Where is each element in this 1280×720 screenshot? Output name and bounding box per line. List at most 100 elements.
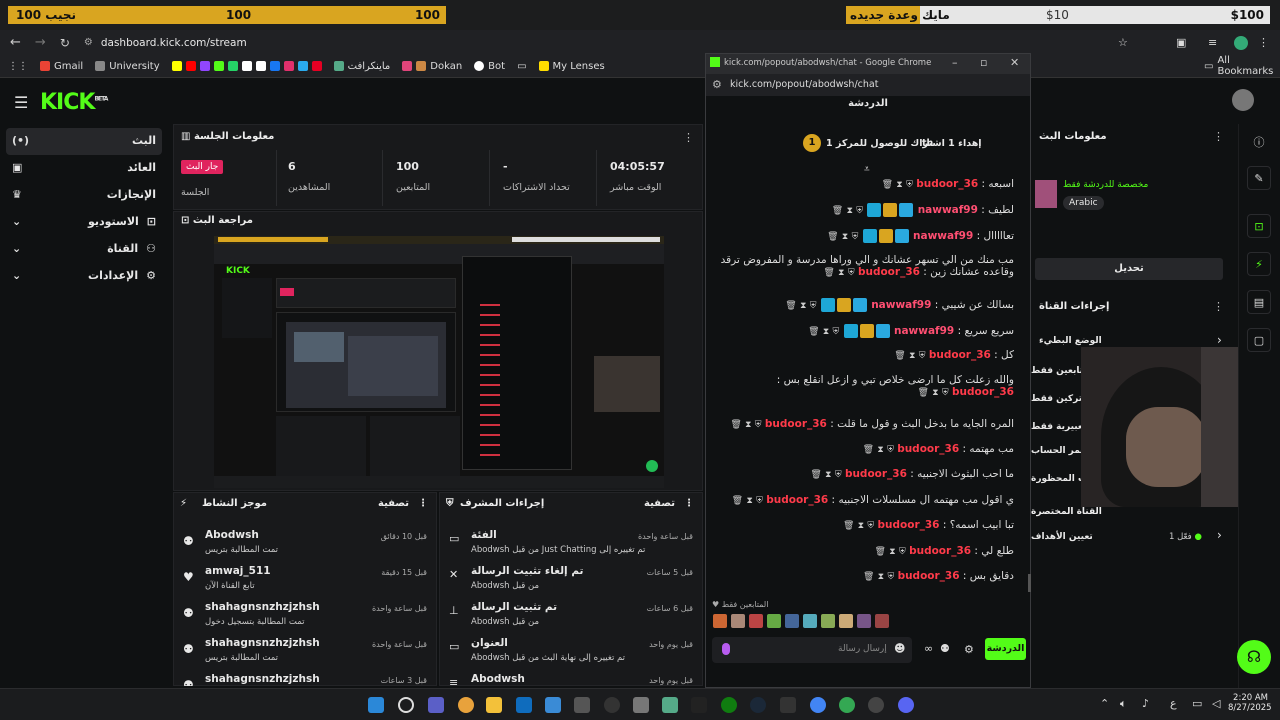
delete-icon[interactable]: 🗑︎ (808, 327, 819, 337)
activity-menu-icon[interactable]: ⋮ (418, 498, 428, 509)
send-chat-button[interactable]: الدردشة (985, 638, 1026, 660)
list-item[interactable]: ⚉ shahagnsnzhzjzhsh قبل 3 ساعات (173, 668, 437, 686)
bookmark-gmail[interactable]: Gmail (40, 61, 83, 72)
infinity-icon[interactable]: ∞ (924, 642, 933, 655)
speaker-icon[interactable]: ◁ (1212, 697, 1220, 710)
emote[interactable] (713, 614, 727, 628)
mod-shield-icon[interactable]: ⛨ (906, 180, 913, 190)
chat-message[interactable]: لطيف : nawwaf99 ⛨ ⧗ 🗑︎ (714, 203, 1014, 217)
discord-icon[interactable] (898, 697, 914, 713)
timeout-icon[interactable]: ⧗ (878, 572, 884, 582)
mod-filter-button[interactable]: تصفية (644, 498, 675, 509)
mod-shield-icon[interactable]: ⛨ (755, 420, 762, 430)
timeout-icon[interactable]: ⧗ (909, 351, 915, 361)
xbox-icon[interactable] (721, 697, 737, 713)
list-item[interactable]: ⊥ تم تثبيت الرسالة Abodwsh من قبل قبل 6 ساع… (439, 596, 703, 632)
app-icon-2[interactable] (604, 697, 620, 713)
site-info-icon[interactable]: ⚙ (84, 37, 93, 48)
close-icon[interactable]: ✕ (1010, 56, 1019, 69)
timeout-icon[interactable]: ⧗ (889, 547, 895, 557)
clock[interactable]: 2:20 AM 8/27/2025 (1228, 693, 1272, 713)
chat-username[interactable]: budoor_36 (765, 418, 827, 430)
apps-icon[interactable]: ⋮⋮ (8, 61, 28, 72)
chevron-right-icon[interactable]: › (1217, 528, 1222, 542)
reload-icon[interactable]: ↻ (60, 36, 70, 50)
timeout-icon[interactable]: ⧗ (932, 388, 938, 398)
mic-icon[interactable] (722, 643, 730, 655)
minecraft-icon[interactable] (662, 697, 678, 713)
channel-actions-menu-icon[interactable]: ⋮ (1213, 300, 1224, 313)
chat-username[interactable]: budoor_36 (858, 266, 920, 278)
emote[interactable] (785, 614, 799, 628)
chat-input[interactable]: إرسال رسالة ☻ (712, 637, 912, 663)
back-icon[interactable]: ← (10, 35, 21, 50)
delete-icon[interactable]: 🗑︎ (843, 521, 854, 531)
mod-shield-icon[interactable]: ⛨ (833, 327, 840, 337)
support-icon[interactable]: ☊ (1237, 640, 1271, 674)
steam-icon[interactable] (750, 697, 766, 713)
chat-username[interactable]: nawwaf99 (913, 230, 973, 242)
emote[interactable] (731, 614, 745, 628)
list-item[interactable]: ♥ amwaj_511 تابع القناة الآن قبل 15 دقيقة (173, 560, 437, 596)
forward-icon[interactable]: → (35, 35, 46, 50)
chat-message[interactable]: تعااااال : nawwaf99 ⛨ ⧗ 🗑︎ (714, 229, 1014, 243)
delete-icon[interactable]: 🗑︎ (823, 268, 834, 278)
bookmark-icons[interactable] (171, 61, 322, 71)
delete-icon[interactable]: 🗑︎ (785, 301, 796, 311)
chat-message[interactable]: اسبعه : budoor_36 ⛨ ⧗ 🗑︎ (714, 178, 1014, 190)
extensions-icon[interactable]: ▣ (1176, 36, 1186, 49)
chat-message[interactable]: المره الجايه ما بدخل البث و قول ما قلت :… (714, 418, 1014, 430)
chat-username[interactable]: budoor_36 (766, 494, 828, 506)
mod-menu-icon[interactable]: ⋮ (684, 498, 694, 509)
chat-username[interactable]: budoor_36 (916, 178, 978, 190)
hamburger-menu-icon[interactable]: ☰ (14, 93, 28, 112)
mod-shield-icon[interactable]: ⛨ (919, 351, 926, 361)
chat-username[interactable]: nawwaf99 (871, 299, 931, 311)
delete-icon[interactable]: 🗑︎ (832, 206, 843, 216)
mod-shield-icon[interactable]: ⛨ (835, 470, 842, 480)
store-icon[interactable] (545, 697, 561, 713)
list-item[interactable]: ⚉ shahagnsnzhzjzhsh تمت المطالبة بتريس قبل … (173, 632, 437, 668)
list-item[interactable]: ⚉ shahagnsnzhzjzhsh تمت المطالبة بتسجيل دخ… (173, 596, 437, 632)
chat-message[interactable]: سريع سريع : nawwaf99 ⛨ ⧗ 🗑︎ (714, 324, 1014, 338)
emote[interactable] (857, 614, 871, 628)
timeout-icon[interactable]: ⧗ (858, 521, 864, 531)
chat-message[interactable]: طلع لي : budoor_36 ⛨ ⧗ 🗑︎ (714, 545, 1014, 557)
all-bookmarks[interactable]: ▭ All Bookmarks (1204, 55, 1273, 77)
sidebar-item-studio[interactable]: ⌄ الاستوديو ⊡ (12, 215, 156, 228)
delete-icon[interactable]: 🗑︎ (875, 547, 886, 557)
mod-shield-icon[interactable]: ⛨ (887, 572, 894, 582)
chat-message[interactable]: والله زعلت كل ما ارضى خلاص تبي و ازعل ان… (714, 374, 1014, 398)
set-goals-item[interactable]: تعيين الأهداف (1031, 532, 1093, 542)
tray-chevron-icon[interactable]: ⌃ (1100, 697, 1109, 710)
search-icon[interactable] (398, 697, 414, 713)
chat-message[interactable]: مب منك من الي تسهر عشانك و الي وراها مدر… (714, 254, 1014, 278)
sidebar-item-achievements[interactable]: ♛ الإنجازات (12, 188, 156, 201)
stream-preview-video[interactable]: KICK (214, 236, 664, 488)
list-item[interactable]: ⚉ Abodwsh تمت المطالبة بتريس قبل 10 دقائق (173, 524, 437, 560)
chat-message[interactable]: دقايق بس : budoor_36 ⛨ ⧗ 🗑︎ (714, 570, 1014, 582)
chat-message[interactable]: كل : budoor_36 ⛨ ⧗ 🗑︎ (714, 349, 1014, 361)
mod-shield-icon[interactable]: ⛨ (856, 206, 863, 216)
emote[interactable] (821, 614, 835, 628)
list-item[interactable]: ✕ تم إلغاء تثبيت الرسالة Abodwsh من قبل قبل… (439, 560, 703, 596)
timeout-icon[interactable]: ⧗ (823, 327, 829, 337)
chat-rail-icon[interactable]: ▢ (1247, 328, 1271, 352)
pinned-message[interactable]: 1 إهداء 1 اشتراك للوصول للمركز 1 th (706, 128, 1030, 162)
timeout-icon[interactable]: ⧗ (838, 268, 844, 278)
chat-message[interactable]: تبا ابيب اسمه؟ : budoor_36 ⛨ ⧗ 🗑︎ (714, 519, 1014, 531)
category-tag[interactable]: مخصصة للدردشة فقط (1063, 180, 1148, 190)
timeout-icon[interactable]: ⧗ (746, 496, 752, 506)
file-explorer-icon[interactable] (486, 697, 502, 713)
mod-shield-icon[interactable]: ⛨ (810, 301, 817, 311)
emote[interactable] (839, 614, 853, 628)
volume-icon[interactable]: 🔈︎ (1120, 697, 1127, 711)
bolt-rail-icon[interactable]: ⚡ (1247, 252, 1271, 276)
outlook-icon[interactable] (516, 697, 532, 713)
bookmark-university[interactable]: University (95, 61, 160, 72)
mod-shield-icon[interactable]: ⛨ (899, 547, 906, 557)
chat-message[interactable]: مب مهتمه : budoor_36 ⛨ ⧗ 🗑︎ (714, 443, 1014, 455)
slow-mode-toggle[interactable]: الوضع البطيء (1039, 336, 1102, 346)
delete-icon[interactable]: 🗑︎ (863, 445, 874, 455)
bookmark-minecraft[interactable]: ماينكرافت (333, 61, 390, 72)
